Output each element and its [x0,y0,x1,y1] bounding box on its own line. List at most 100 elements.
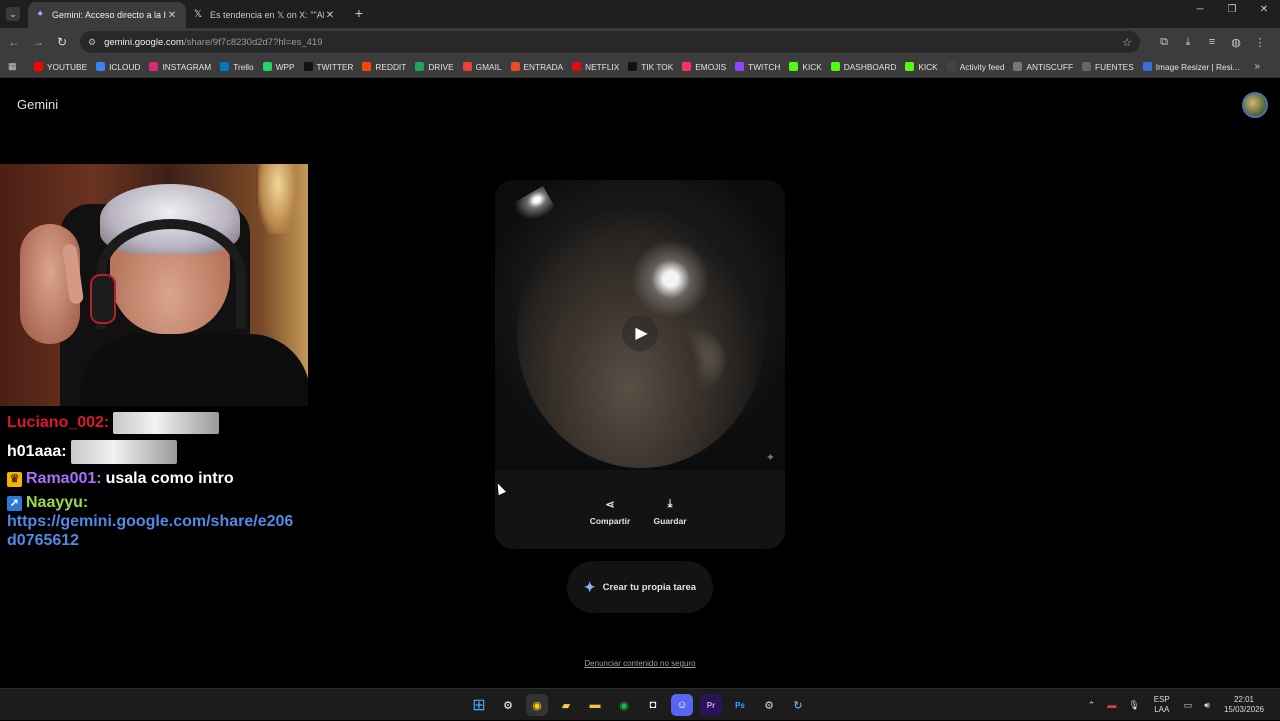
netflix-icon [572,62,582,71]
share-button[interactable]: ⋖ Compartir [590,498,631,526]
site-info-icon[interactable]: ⚙ [88,37,96,48]
system-tray: ⌃ ▬ 🎙︎ ESP LAA ▭ 🔊︎ 22:01 15/03/2026 [1082,689,1272,721]
chevron-up-icon[interactable]: ⌃ [1088,700,1096,711]
window-controls: ─ ❐ ✕ [1184,4,1280,15]
bookmark-item[interactable]: Trello [220,61,254,72]
kick-icon [830,62,840,71]
bookmark-item[interactable]: GMAIL [462,62,502,72]
chrome-icon[interactable]: ◉ [526,694,548,716]
clock[interactable]: 22:01 15/03/2026 [1224,695,1264,715]
reload-icon[interactable]: ↻ [50,35,74,49]
drive-icon [415,62,425,71]
menu-icon[interactable]: ⋮ [1248,36,1272,49]
close-icon[interactable]: ✕ [166,10,178,21]
chat-text: usala como intro [105,470,234,487]
gemini-logo[interactable]: Gemini [17,97,58,112]
bookmark-item[interactable]: DRIVE [415,62,454,72]
tab-title: Gemini: Acceso directo a la IA d [52,10,166,20]
bookmark-label: INSTAGRAM [162,61,212,72]
video-preview[interactable]: ▶ ✦ [495,180,785,470]
create-task-button[interactable]: ✦ Crear tu propia tarea [567,561,713,613]
premiere-icon[interactable]: Pr [700,694,722,716]
steam-icon[interactable]: ⚙ [758,694,780,716]
minimize-icon[interactable]: ─ [1184,4,1216,15]
bookmark-item[interactable]: ENTRADA [510,62,563,72]
restore-icon[interactable]: ❐ [1216,4,1248,15]
refresh-app-icon[interactable]: ↻ [787,694,809,716]
bookmark-item[interactable]: KICK [905,62,938,72]
profile-icon[interactable]: ◍ [1224,36,1248,49]
microphone-icon[interactable]: 🎙︎ [1128,700,1139,711]
bookmark-item[interactable]: TWITCH [735,62,780,72]
bookmark-item[interactable]: Image Resizer | Resi... [1142,62,1240,72]
bookmark-item[interactable]: FUENTES [1082,62,1134,72]
chat-emote-image [70,440,177,464]
bookmark-label: Trello [233,61,254,72]
whatsapp-icon [262,62,272,71]
tab-gemini[interactable]: ✦ Gemini: Acceso directo a la IA d ✕ [28,2,186,28]
streamer-body [80,334,308,406]
gemini-sparkle-icon: ✦ [583,578,596,595]
chat-message: Luciano_002: [7,412,307,434]
bookmark-label: ICLOUD [109,61,141,72]
reading-list-icon[interactable]: ≡ [1200,36,1224,49]
close-window-icon[interactable]: ✕ [1248,4,1280,15]
instagram-icon [149,62,159,71]
bookmark-item[interactable]: TWITTER [303,62,353,72]
flag-icon[interactable]: ▬ [1107,700,1116,710]
forward-icon[interactable]: → [26,35,50,49]
play-icon[interactable]: ▶ [622,315,658,351]
apps-grid-icon[interactable]: ▦ [8,61,20,72]
bookmark-item[interactable]: NETFLIX [572,62,619,72]
bookmark-item[interactable]: REDDIT [362,62,406,72]
start-icon[interactable]: ⊞ [468,694,490,716]
download-icon: ⤓ [667,498,673,510]
back-icon[interactable]: ← [2,35,26,49]
extensions-icon[interactable]: ⧉ [1152,36,1176,49]
bookmark-label: TWITCH [748,61,781,72]
new-tab-button[interactable]: + [350,5,368,23]
bookmark-item[interactable]: TIK TOK [628,62,673,72]
download-icon[interactable]: ⤓ [1176,36,1200,49]
app-icon[interactable]: ⚙ [497,694,519,716]
lamp [258,164,298,234]
chat-username: Rama001: [26,470,102,487]
language-indicator[interactable]: ESP LAA [1154,695,1170,715]
report-unsafe-link[interactable]: Denunciar contenido no seguro [584,659,695,668]
trello-icon [220,62,230,71]
bookmark-item[interactable]: EMOJIS [682,62,726,72]
bookmark-item[interactable]: YOUTUBE [34,62,87,72]
camera-app-icon[interactable]: ◘ [642,694,664,716]
arrow-badge-icon: ➚ [7,495,22,511]
gmail-icon [462,62,472,71]
folder-icon[interactable]: ▬ [584,694,606,716]
bookmark-item[interactable]: DASHBOARD [830,62,896,72]
webcam-overlay [0,164,308,406]
more-bookmarks-icon[interactable]: » [1254,61,1260,72]
bookmark-item[interactable]: KICK [789,62,822,72]
network-icon[interactable]: ▭ [1184,700,1193,711]
avatar[interactable] [1242,92,1268,118]
notes-icon[interactable]: ▰ [555,694,577,716]
bookmark-star-icon[interactable]: ☆ [1122,36,1132,49]
share-icon: ⋖ [605,499,615,511]
photoshop-icon[interactable]: Ps [729,694,751,716]
bookmark-item[interactable]: ANTISCUFF [1013,62,1073,72]
tab-search-button[interactable]: ⌄ [6,7,20,21]
reddit-icon [362,62,372,71]
address-bar[interactable]: ⚙ gemini.google.com /share/9f7c8230d2d7?… [80,31,1140,53]
bookmark-item[interactable]: Activity feed [946,62,1004,72]
bookmark-item[interactable]: ICLOUD [96,62,140,72]
save-button[interactable]: ⤓ Guardar [650,498,690,526]
bookmark-label: REDDIT [375,61,407,72]
volume-icon[interactable]: 🔊︎ [1204,700,1210,711]
tab-x[interactable]: 𝕏 Es tendencia en 𝕏 on X: ""Abue ✕ [186,2,344,28]
bookmark-item[interactable]: WPP [262,62,295,72]
spotify-icon[interactable]: ◉ [613,694,635,716]
sparkle-icon: ✦ [765,452,775,464]
bookmark-item[interactable]: INSTAGRAM [149,62,211,72]
gemini-icon: ✦ [36,9,45,20]
discord-icon[interactable]: ☺ [671,694,693,716]
chat-link[interactable]: https://gemini.google.com/share/e206d076… [7,512,297,550]
close-icon[interactable]: ✕ [324,10,336,21]
